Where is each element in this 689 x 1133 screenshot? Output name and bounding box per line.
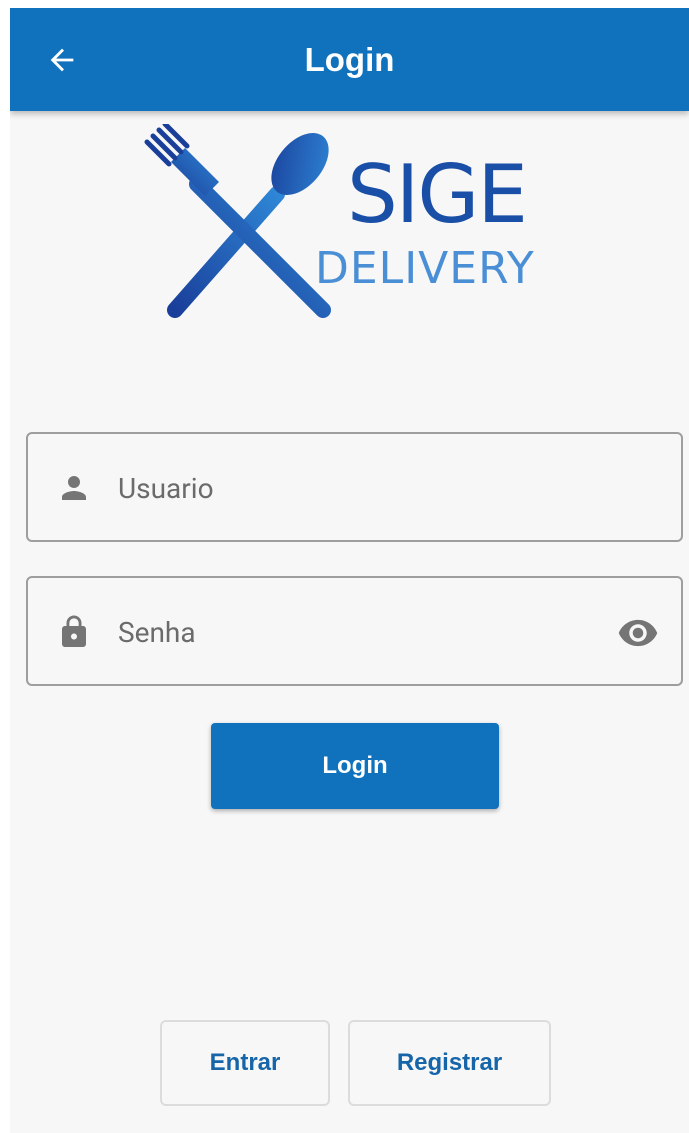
person-icon: [54, 468, 94, 508]
eye-icon: [618, 619, 658, 647]
lock-icon: [54, 612, 94, 652]
entrar-button[interactable]: Entrar: [160, 1020, 330, 1106]
logo-text-delivery: DELIVERY: [315, 243, 535, 294]
logo-text-sige: SIGE: [347, 148, 528, 241]
toggle-password-visibility-button[interactable]: [613, 608, 663, 658]
page-title: Login: [304, 41, 395, 78]
fork-and-spoon-crossed-icon: [144, 124, 331, 318]
login-screen: Login SIGE DELIVERY Usuario Login Entrar…: [10, 8, 689, 1133]
app-bar: Login: [10, 8, 689, 111]
login-button[interactable]: Login: [211, 723, 499, 809]
password-input[interactable]: [118, 608, 588, 656]
app-logo: SIGE DELIVERY: [135, 124, 565, 334]
password-field[interactable]: [26, 576, 683, 686]
username-field[interactable]: [26, 432, 683, 542]
registrar-button[interactable]: Registrar: [348, 1020, 551, 1106]
username-input[interactable]: [118, 464, 588, 512]
